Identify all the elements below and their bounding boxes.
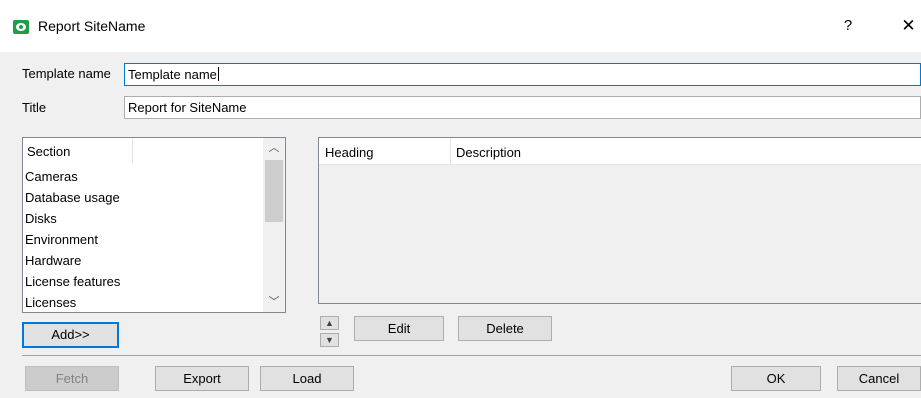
scroll-thumb[interactable] [265, 160, 283, 222]
window-title: Report SiteName [38, 18, 146, 34]
separator [22, 355, 921, 356]
fetch-button[interactable]: Fetch [25, 366, 119, 391]
ok-button[interactable]: OK [731, 366, 821, 391]
section-list[interactable]: Section Cameras Database usage Disks Env… [22, 137, 286, 313]
help-button[interactable]: ? [838, 16, 858, 36]
move-down-button[interactable]: ▼ [320, 333, 339, 347]
column-header-description[interactable]: Description [451, 138, 851, 165]
title-input[interactable]: Report for SiteName [124, 96, 921, 119]
report-items-table[interactable]: Heading Description [318, 137, 921, 304]
load-button[interactable]: Load [260, 366, 354, 391]
list-item[interactable]: Database usage [25, 188, 120, 208]
cancel-button[interactable]: Cancel [837, 366, 921, 391]
close-button[interactable]: ✕ [896, 16, 921, 36]
app-eye-icon [13, 20, 29, 34]
add-section-button[interactable]: Add>> [22, 322, 119, 348]
list-item[interactable]: Disks [25, 209, 57, 229]
delete-button[interactable]: Delete [458, 316, 552, 341]
scroll-down-icon[interactable]: ﹀ [263, 292, 285, 312]
template-name-value: Template name [128, 67, 217, 82]
title-value: Report for SiteName [128, 100, 247, 115]
text-caret [217, 67, 219, 81]
template-name-label: Template name [22, 66, 111, 81]
list-item[interactable]: Environment [25, 230, 98, 250]
vertical-scrollbar[interactable]: ︿ ﹀ [263, 138, 285, 312]
scroll-up-icon[interactable]: ︿ [263, 138, 285, 158]
template-name-input[interactable]: Template name [124, 63, 921, 86]
section-column-header[interactable]: Section [23, 138, 133, 163]
export-button[interactable]: Export [155, 366, 249, 391]
chevron-down-icon: ▼ [325, 335, 334, 345]
move-up-button[interactable]: ▲ [320, 316, 339, 330]
chevron-up-icon: ▲ [325, 318, 334, 328]
list-item[interactable]: Cameras [25, 167, 78, 187]
column-header-heading[interactable]: Heading [319, 138, 451, 165]
list-item[interactable]: Licenses [25, 293, 76, 312]
title-label: Title [22, 100, 47, 115]
table-header: Heading Description [319, 138, 921, 165]
edit-button[interactable]: Edit [354, 316, 444, 341]
title-bar: Report SiteName ? ✕ [0, 0, 921, 52]
list-item[interactable]: Hardware [25, 251, 81, 271]
list-item[interactable]: License features [25, 272, 120, 292]
